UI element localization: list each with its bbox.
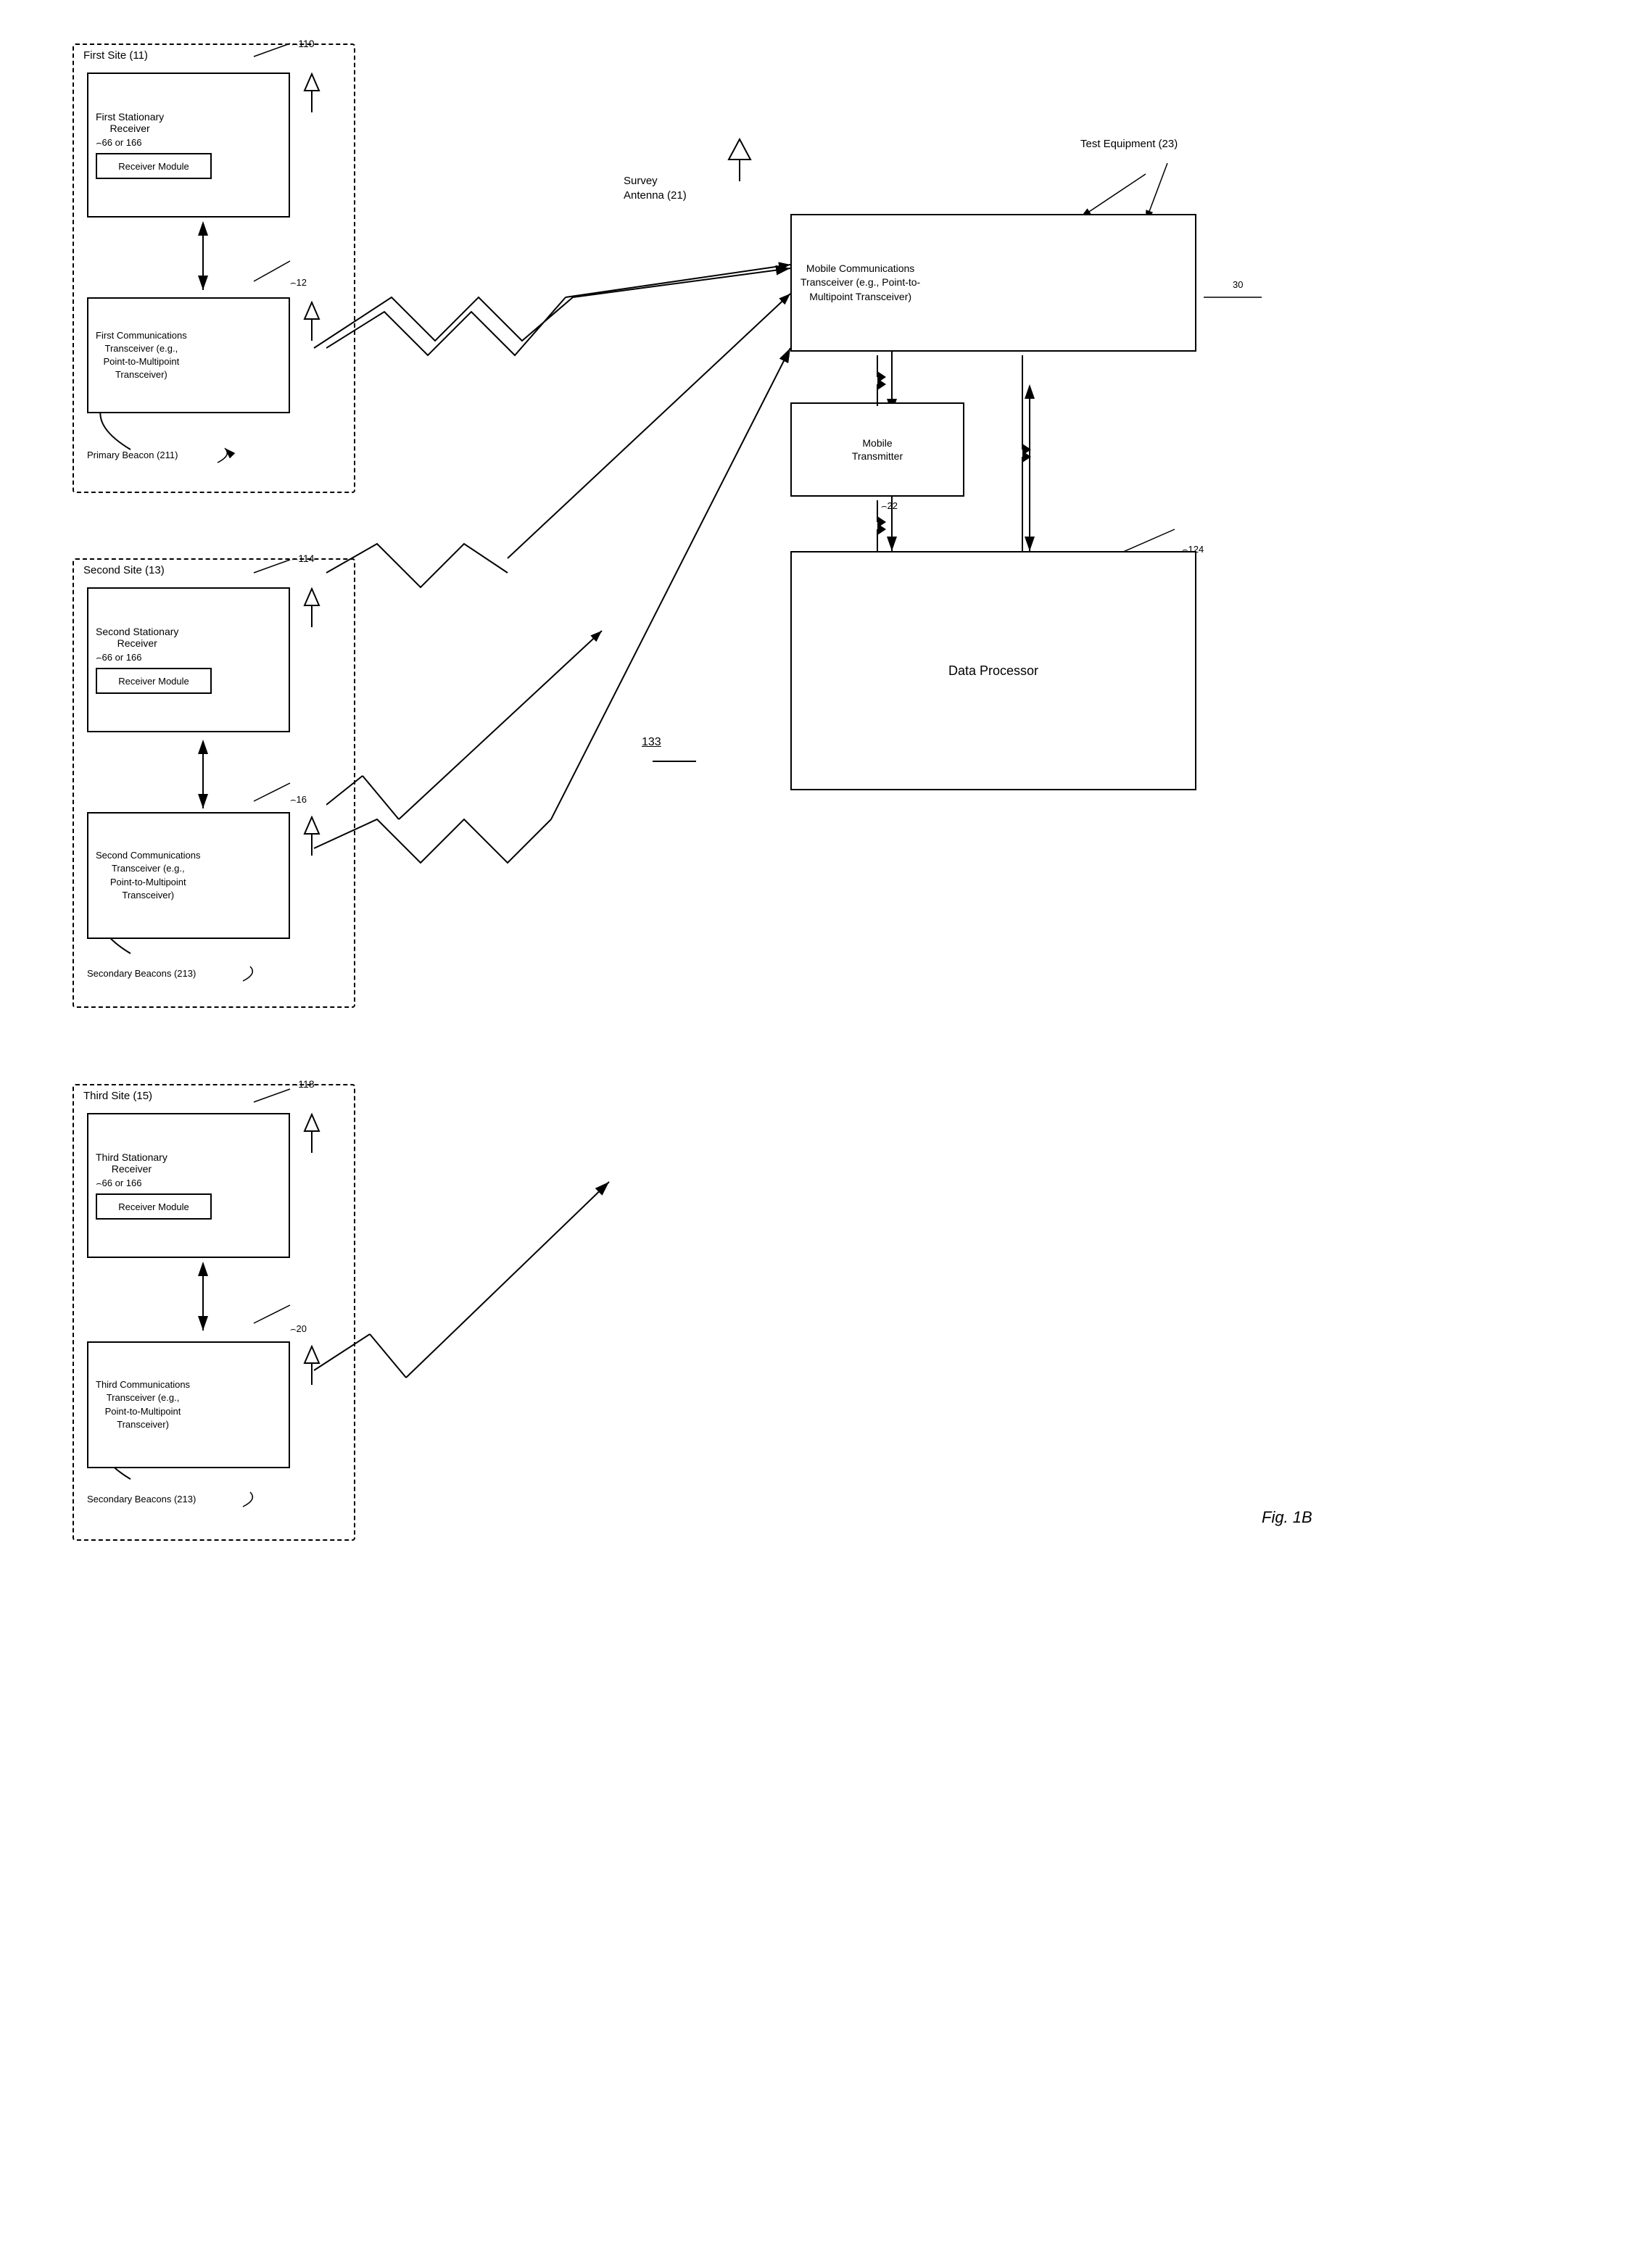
third-transceiver-label: Third CommunicationsTransceiver (e.g.,Po… <box>96 1378 190 1431</box>
second-receiver-box: Second StationaryReceiver ⌢66 or 166 Rec… <box>87 587 290 732</box>
data-processor-box: Data Processor <box>790 551 1196 790</box>
first-receiver-label: First StationaryReceiver <box>96 111 164 134</box>
transmitter-processor-arrows <box>866 497 888 555</box>
second-module-box: Receiver Module <box>96 668 212 694</box>
fig-label: Fig. 1B <box>1262 1508 1312 1527</box>
second-site-label: Second Site (13) <box>83 564 165 576</box>
first-transceiver-box: First CommunicationsTransceiver (e.g.,Po… <box>87 297 290 413</box>
first-receiver-antenna <box>297 73 326 112</box>
first-transceiver-antenna <box>297 301 326 341</box>
primary-beacon-arrow <box>214 444 236 466</box>
third-receiver-box: Third StationaryReceiver ⌢66 or 166 Rece… <box>87 1113 290 1258</box>
third-transceiver-ref: ⌢20 <box>290 1323 307 1335</box>
secondary-beacon-label-3: Secondary Beacons (213) <box>87 1494 196 1505</box>
third-module-box: Receiver Module <box>96 1193 212 1220</box>
second-receiver-label: Second StationaryReceiver <box>96 626 178 649</box>
mobile-transceiver-box: Mobile CommunicationsTransceiver (e.g., … <box>790 214 1196 352</box>
mobile-transmitter-box: MobileTransmitter <box>790 402 964 497</box>
third-site-ref: ⌢118 <box>291 1078 315 1090</box>
first-site-label: First Site (11) <box>83 49 148 62</box>
second-receiver-ref: ⌢66 or 166 <box>96 652 142 663</box>
second-receiver-antenna <box>297 587 326 627</box>
first-module-box: Receiver Module <box>96 153 212 179</box>
second-transceiver-box: Second CommunicationsTransceiver (e.g.,P… <box>87 812 290 939</box>
mobile-transceiver-label: Mobile CommunicationsTransceiver (e.g., … <box>801 262 920 305</box>
third-site-label: Third Site (15) <box>83 1090 152 1102</box>
secondary-beacon-label-2: Secondary Beacons (213) <box>87 968 196 979</box>
third-transceiver-antenna <box>297 1345 326 1385</box>
transceiver-processor-arrows <box>1012 352 1033 555</box>
test-equipment-label: Test Equipment (23) <box>1080 138 1178 150</box>
first-transceiver-label: First CommunicationsTransceiver (e.g.,Po… <box>96 329 187 382</box>
secondary-beacon-arrow-2 <box>239 963 261 985</box>
third-receiver-antenna <box>297 1113 326 1153</box>
third-receiver-label: Third StationaryReceiver <box>96 1151 167 1175</box>
mobile-ref: 30 <box>1233 279 1243 290</box>
comm-lines <box>326 167 805 892</box>
primary-beacon-label: Primary Beacon (211) <box>87 450 178 460</box>
third-receiver-ref: ⌢66 or 166 <box>96 1178 142 1189</box>
mobile-transmitter-label: MobileTransmitter <box>852 436 903 463</box>
secondary-beacon-arrow-3 <box>239 1489 261 1510</box>
second-transceiver-ref: ⌢16 <box>290 794 307 806</box>
data-processor-label: Data Processor <box>948 663 1038 679</box>
third-transceiver-box: Third CommunicationsTransceiver (e.g.,Po… <box>87 1341 290 1468</box>
second-transceiver-label: Second CommunicationsTransceiver (e.g.,P… <box>96 849 201 902</box>
second-site-ref: ⌢114 <box>291 552 315 565</box>
first-receiver-ref: ⌢66 or 166 <box>96 137 142 149</box>
first-transceiver-ref: ⌢12 <box>290 277 307 289</box>
second-transceiver-antenna <box>297 816 326 856</box>
mobile-internal-arrows <box>866 352 888 410</box>
first-site-ref: ⌢110 <box>291 38 315 51</box>
first-receiver-box: First StationaryReceiver ⌢66 or 166 Rece… <box>87 73 290 218</box>
